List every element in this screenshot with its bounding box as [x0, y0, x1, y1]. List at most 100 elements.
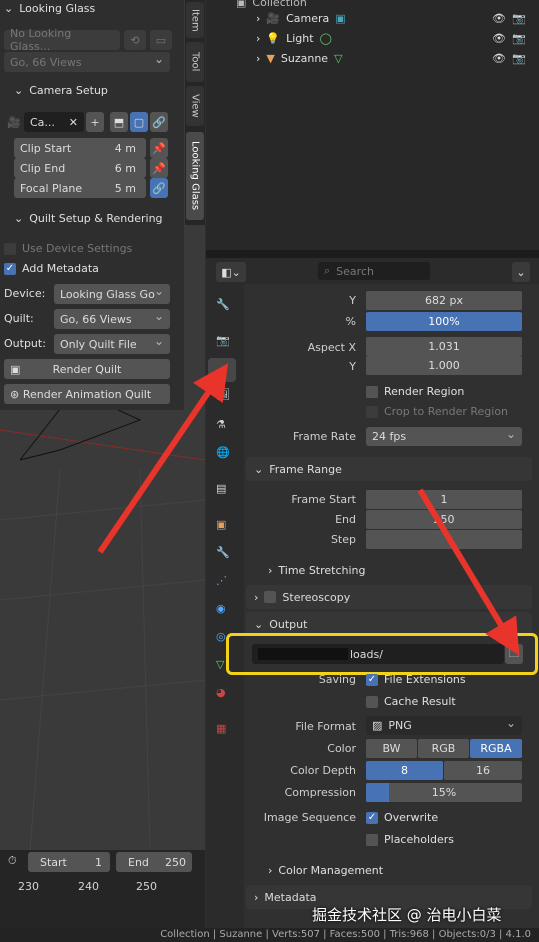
- chevron-down-icon[interactable]: ⌄: [512, 262, 530, 282]
- checkbox-icon: [366, 833, 378, 846]
- quilt-preset-select[interactable]: Go, 66 Views: [4, 52, 170, 72]
- tab-looking-glass[interactable]: Looking Glass: [186, 132, 204, 220]
- frame-range-header[interactable]: ⌄ Frame Range: [246, 457, 532, 481]
- square-icon[interactable]: ▢: [130, 112, 148, 132]
- output-dropdown[interactable]: Only Quilt File: [54, 334, 170, 354]
- output-tab-icon[interactable]: [208, 358, 236, 382]
- frame-end-field[interactable]: 250: [366, 510, 522, 529]
- timeline-start-field[interactable]: Start 1: [28, 852, 110, 872]
- tab-view[interactable]: View: [186, 86, 204, 126]
- clip-start-field[interactable]: Clip Start 4 m: [14, 138, 146, 158]
- file-extensions-checkbox[interactable]: ✓ File Extensions: [366, 673, 466, 686]
- collection-row[interactable]: ▣ Collection: [236, 0, 307, 9]
- color-rgba-button[interactable]: RGBA: [470, 739, 522, 758]
- tick-label: 250: [136, 880, 157, 893]
- link-icon[interactable]: 🔗: [150, 112, 168, 132]
- compression-slider[interactable]: 15%: [366, 783, 522, 802]
- material-icon[interactable]: ◕: [216, 686, 226, 699]
- eye-icon[interactable]: 👁: [492, 32, 506, 45]
- checkmark-icon: ✓: [366, 811, 378, 824]
- stereoscopy-header[interactable]: › Stereoscopy: [246, 585, 532, 609]
- crop-region-checkbox[interactable]: Crop to Render Region: [366, 405, 508, 418]
- color-management-header[interactable]: › Color Management: [268, 864, 383, 877]
- outliner-item-camera[interactable]: › 🎥 Camera ▣: [256, 12, 346, 25]
- aspect-x-field[interactable]: 1.031: [366, 337, 522, 356]
- device-select[interactable]: No Looking Glass...: [4, 27, 120, 53]
- data-icon[interactable]: ▽: [216, 658, 224, 671]
- particles-icon[interactable]: ⋰: [216, 574, 227, 587]
- checkbox-icon: [366, 385, 378, 398]
- chevron-right-icon: ›: [268, 564, 273, 577]
- collection-icon[interactable]: ▤: [216, 482, 226, 495]
- render-region-checkbox[interactable]: Render Region: [366, 385, 464, 398]
- overwrite-checkbox[interactable]: ✓ Overwrite: [366, 811, 438, 824]
- render-camera-icon[interactable]: 📷: [512, 12, 526, 25]
- add-metadata-checkbox[interactable]: ✓ Add Metadata: [4, 262, 99, 275]
- folder-icon[interactable]: 🗀: [505, 644, 523, 664]
- render-camera-icon[interactable]: 📷: [512, 32, 526, 45]
- timeline-end-field[interactable]: End 250: [116, 852, 192, 872]
- render-icon[interactable]: 📷: [216, 334, 230, 347]
- constraints-icon[interactable]: ◎: [216, 630, 226, 643]
- checkbox-icon[interactable]: [264, 591, 277, 603]
- placeholders-checkbox[interactable]: Placeholders: [366, 833, 454, 846]
- object-icon[interactable]: ▣: [216, 518, 226, 531]
- tab-tool[interactable]: Tool: [186, 42, 204, 82]
- output-label: Output:: [4, 337, 46, 350]
- focal-plane-field[interactable]: Focal Plane 5 m: [14, 178, 146, 198]
- render-quilt-button[interactable]: ▣ Render Quilt: [4, 359, 170, 379]
- view-layer-icon[interactable]: 🖼: [216, 388, 230, 401]
- close-icon[interactable]: ✕: [69, 116, 78, 129]
- tab-item[interactable]: Item: [186, 2, 204, 38]
- camera-icon: 🎥: [266, 12, 281, 25]
- frame-rate-dropdown[interactable]: 24 fps: [366, 427, 522, 446]
- cache-result-checkbox[interactable]: Cache Result: [366, 695, 456, 708]
- outliner-item-light[interactable]: › 💡 Light ◯: [256, 32, 332, 45]
- panel-title[interactable]: ⌄ Looking Glass: [4, 2, 95, 15]
- quilt-setup-header[interactable]: ⌄ Quilt Setup & Rendering: [14, 212, 163, 225]
- image-sequence-label: Image Sequence: [263, 811, 356, 824]
- file-format-dropdown[interactable]: ▨ PNG: [366, 716, 522, 735]
- scene-icon[interactable]: ⚗: [216, 418, 226, 431]
- add-icon[interactable]: +: [86, 112, 104, 132]
- use-device-settings-checkbox[interactable]: Use Device Settings: [4, 242, 132, 255]
- time-stretching-header[interactable]: › Time Stretching: [268, 564, 366, 577]
- modifier-icon[interactable]: 🔧: [216, 546, 230, 559]
- tool-icon[interactable]: 🔧: [216, 298, 230, 311]
- quilt-dropdown[interactable]: Go, 66 Views: [54, 309, 170, 329]
- depth-8-button[interactable]: 8: [366, 761, 443, 780]
- output-path-field[interactable]: loads/: [252, 644, 504, 664]
- render-animation-quilt-button[interactable]: ⊛ Render Animation Quilt: [4, 384, 170, 404]
- editor-type-icon[interactable]: ◧⌄: [216, 262, 246, 282]
- depth-16-button[interactable]: 16: [444, 761, 522, 780]
- frame-icon[interactable]: ⬒: [110, 112, 128, 132]
- search-input[interactable]: ⌕ Search: [318, 262, 430, 280]
- light-data-icon: ◯: [319, 32, 332, 45]
- camera-name-field[interactable]: Ca... ✕: [24, 112, 84, 132]
- color-bw-button[interactable]: BW: [366, 739, 417, 758]
- pin-icon[interactable]: 📌: [150, 158, 168, 178]
- refresh-icon[interactable]: ⟲: [124, 30, 146, 50]
- texture-icon[interactable]: ▦: [216, 722, 226, 735]
- eye-icon[interactable]: 👁: [492, 12, 506, 25]
- color-rgb-button[interactable]: RGB: [418, 739, 469, 758]
- resolution-y-field[interactable]: 682 px: [366, 291, 522, 310]
- status-bar: Collection | Suzanne | Verts:507 | Faces…: [0, 928, 539, 942]
- render-camera-icon[interactable]: 📷: [512, 52, 526, 65]
- frame-end-label: End: [335, 513, 356, 526]
- outliner-item-suzanne[interactable]: › ▼ Suzanne ▽: [256, 52, 343, 65]
- window-icon[interactable]: ▭: [150, 30, 172, 50]
- physics-icon[interactable]: ◉: [216, 602, 226, 615]
- frame-step-field[interactable]: [366, 530, 522, 549]
- clip-end-field[interactable]: Clip End 6 m: [14, 158, 146, 178]
- eye-icon[interactable]: 👁: [492, 52, 506, 65]
- camera-setup-header[interactable]: ⌄ Camera Setup: [14, 84, 108, 97]
- aspect-y-field[interactable]: 1.000: [366, 356, 522, 375]
- device-dropdown[interactable]: Looking Glass Go: [54, 284, 170, 304]
- clock-icon: ⏱: [8, 854, 17, 867]
- pin-icon[interactable]: 📌: [150, 138, 168, 158]
- link-icon[interactable]: 🔗: [150, 178, 168, 198]
- frame-start-field[interactable]: 1: [366, 490, 522, 509]
- resolution-percent-field[interactable]: 100%: [366, 312, 522, 331]
- world-icon[interactable]: 🌐: [216, 446, 230, 459]
